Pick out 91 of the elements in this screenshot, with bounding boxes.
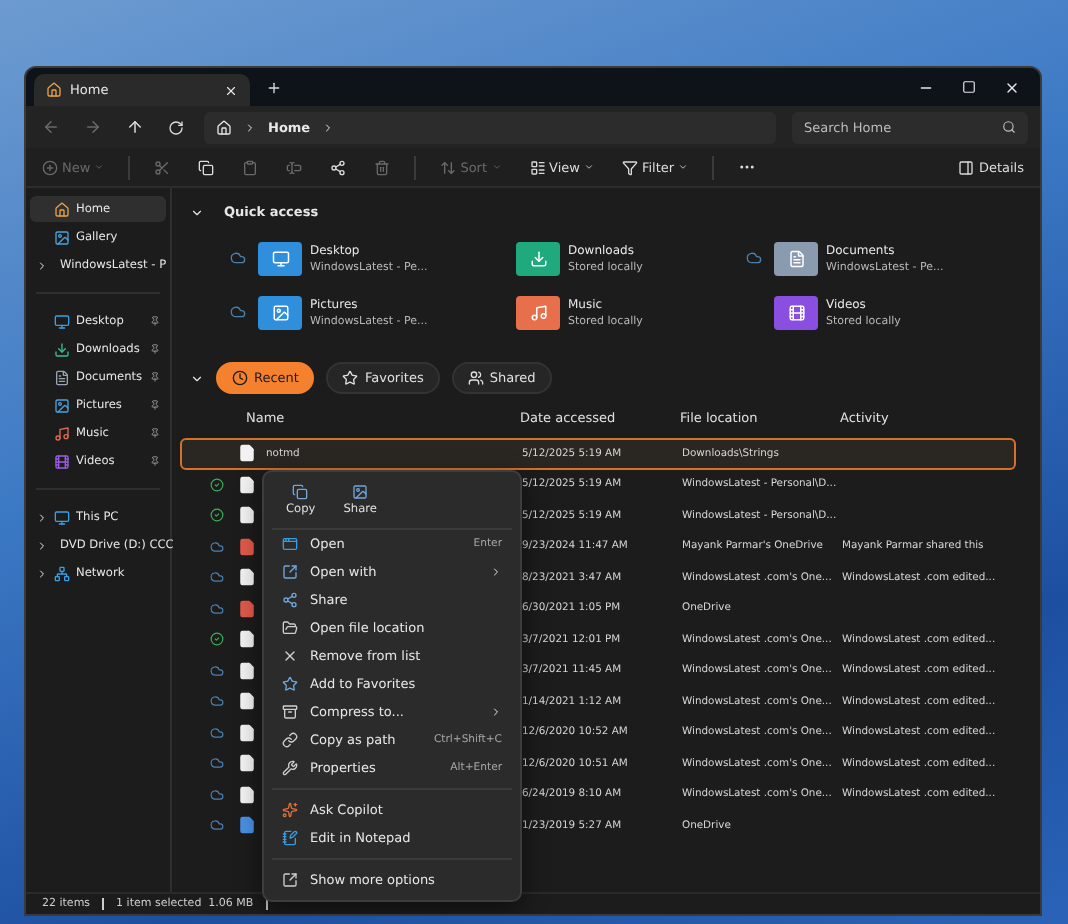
music-icon [54,425,70,441]
picture-icon [352,484,369,500]
downloads-folder-icon[interactable] [516,241,560,275]
delete-icon [374,159,391,175]
videos-folder-icon[interactable] [774,295,818,329]
plus-icon [266,79,282,95]
home-icon [54,201,70,217]
pin-icon [150,344,160,354]
cloud-icon [230,250,246,266]
home-icon [46,82,62,98]
chevron-icon [36,511,48,523]
refresh-button[interactable] [164,115,188,139]
caret-icon [583,162,594,172]
computer-icon [54,509,70,525]
notepad-icon [282,830,298,846]
pin-icon [150,428,160,438]
view-icon [529,159,546,175]
video-icon [54,453,70,469]
synced-icon [209,477,223,492]
caret-icon [491,162,502,172]
star-icon [282,676,298,692]
documents-folder-icon[interactable] [774,241,818,275]
pin-icon [150,456,160,466]
cloud-icon [209,601,223,616]
archive-icon [282,704,298,720]
arrow-right-icon [84,118,102,136]
star-icon [342,370,359,386]
sparkle-icon [282,802,298,818]
cloud-icon [209,756,223,771]
cut-icon [154,159,171,175]
refresh-icon [168,119,184,135]
close-icon[interactable] [224,83,238,97]
gallery-icon [54,229,70,245]
chevron-icon [36,259,48,271]
pin-icon [150,316,160,326]
pin-icon [150,372,160,382]
cloud-icon [209,570,223,585]
paste-icon [242,159,259,175]
desktop-icon [54,313,70,329]
filter-icon [621,159,638,175]
panel-icon [958,159,975,175]
chevron-icon [36,539,48,551]
home-icon [216,119,232,135]
maximize-icon[interactable] [962,79,976,93]
pin-icon [150,400,160,410]
arrow-up-icon [126,118,144,136]
app-icon [282,536,298,552]
chevron-icon [322,121,335,133]
synced-icon [209,508,223,523]
network-icon [54,565,70,581]
path-icon [282,732,298,748]
caret-icon [678,162,689,172]
sort-icon [440,159,457,175]
arrow-left-icon [42,118,60,136]
pictures-folder-icon[interactable] [258,295,302,329]
chevron-icon[interactable] [190,205,204,219]
open-with-icon [282,564,298,580]
share-icon [282,592,298,608]
document-icon [54,369,70,385]
more-options-icon [282,872,298,888]
desktop-folder-icon[interactable] [258,241,302,275]
music-folder-icon[interactable] [516,295,560,329]
cloud-icon [209,787,223,802]
copy-icon [292,484,309,500]
synced-icon [209,632,223,647]
picture-icon [54,397,70,413]
folder-icon [282,620,298,636]
clock-icon [232,370,248,386]
cloud-icon [209,694,223,709]
download-icon [54,341,70,357]
cloud-icon [209,539,223,554]
cloud-icon [209,818,223,833]
cloud-icon [746,250,762,266]
wrench-icon [282,760,298,776]
search-icon [1002,120,1016,134]
share-icon [330,159,347,175]
cloud-icon [230,304,246,320]
people-icon [467,370,484,386]
cloud-icon [209,725,223,740]
copy-icon [198,159,215,175]
chevron-icon[interactable] [190,371,204,385]
copy-button[interactable] [194,155,219,179]
caret-icon [94,162,105,172]
close-icon[interactable] [1004,79,1020,95]
chevron-icon [244,121,256,133]
rename-icon [286,159,303,175]
share-button[interactable] [326,155,351,179]
new-icon [42,159,58,175]
chevron-icon [36,567,48,579]
cloud-icon [209,663,223,678]
remove-icon [282,648,298,664]
